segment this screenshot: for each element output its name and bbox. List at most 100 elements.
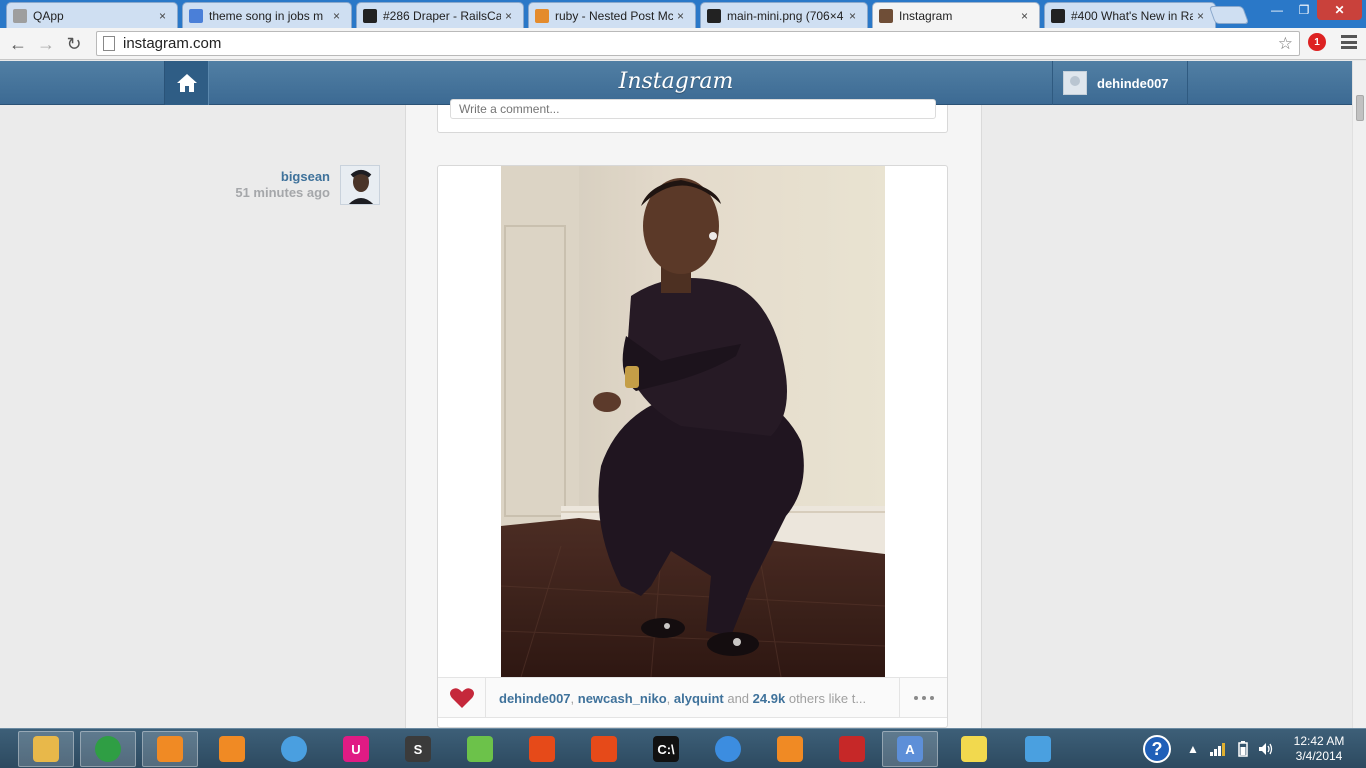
- likes-connector: and: [727, 691, 750, 706]
- instagram-icon: [879, 9, 893, 23]
- chrome-icon: [95, 736, 121, 762]
- browser-tab[interactable]: QApp ×: [6, 2, 178, 28]
- liker-separator: ,: [570, 691, 578, 706]
- taskbar-app[interactable]: C:\: [638, 731, 694, 767]
- back-arrow-icon[interactable]: ←: [6, 32, 30, 56]
- taskbar-app[interactable]: [700, 731, 756, 767]
- like-button[interactable]: [438, 678, 486, 718]
- minimize-button[interactable]: —: [1263, 0, 1291, 20]
- post-author[interactable]: bigsean: [200, 169, 330, 184]
- browser-menu-icon[interactable]: [1341, 35, 1357, 49]
- maximize-button[interactable]: ❐: [1291, 0, 1317, 20]
- address-bar[interactable]: instagram.com ☆: [96, 31, 1300, 56]
- taskbar-app[interactable]: [946, 731, 1002, 767]
- user-menu[interactable]: dehinde007: [1052, 61, 1188, 105]
- tab-close-icon[interactable]: ×: [159, 9, 171, 23]
- taskbar-app[interactable]: [204, 731, 260, 767]
- file-explorer-icon: [33, 736, 59, 762]
- browser-tab[interactable]: #286 Draper - RailsCas ×: [356, 2, 524, 28]
- post-card: dehinde007, newcash_niko, alyquint and 2…: [437, 165, 948, 728]
- address-bar-url: instagram.com: [123, 35, 222, 52]
- likers-text: dehinde007, newcash_niko, alyquint and 2…: [499, 691, 899, 706]
- tab-close-icon[interactable]: ×: [677, 9, 689, 23]
- author-avatar-image: [341, 166, 379, 204]
- ubuntu-one-icon: U: [343, 736, 369, 762]
- liker-2[interactable]: newcash_niko: [578, 691, 667, 706]
- control-panel-icon: [1025, 736, 1051, 762]
- help-icon[interactable]: ?: [1143, 729, 1171, 768]
- taskbar-app[interactable]: [266, 731, 322, 767]
- tab-close-icon[interactable]: ×: [849, 9, 861, 23]
- instagram-logo[interactable]: Instagram: [600, 69, 752, 94]
- taskbar-app[interactable]: [452, 731, 508, 767]
- post-photo-image: [501, 166, 885, 677]
- page-icon: [103, 36, 115, 51]
- likes-count[interactable]: 24.9k: [753, 691, 786, 706]
- taskbar-app[interactable]: [824, 731, 880, 767]
- tray-overflow-icon[interactable]: ▲: [1187, 729, 1199, 768]
- taskbar-app[interactable]: [576, 731, 632, 767]
- page-icon: [13, 8, 27, 23]
- dot-icon: [921, 696, 926, 700]
- new-tab-button[interactable]: [1208, 6, 1250, 24]
- taskbar-app[interactable]: U: [328, 731, 384, 767]
- tab-title: Instagram: [899, 9, 953, 23]
- browser-tab[interactable]: theme song in jobs m ×: [182, 2, 352, 28]
- browser-tab[interactable]: Instagram ×: [872, 2, 1040, 29]
- taskbar-app[interactable]: [514, 731, 570, 767]
- tab-title: QApp: [33, 8, 64, 23]
- comment-input[interactable]: [450, 99, 936, 119]
- taskbar-app[interactable]: A: [882, 731, 938, 767]
- scrollbar-thumb[interactable]: [1356, 95, 1364, 121]
- railscasts-icon: [363, 8, 377, 23]
- tab-title: theme song in jobs m: [209, 8, 324, 23]
- tab-title: ruby - Nested Post Mc: [555, 8, 673, 23]
- post-photo[interactable]: [501, 166, 885, 677]
- browser-tab[interactable]: #400 What's New in Ra ×: [1044, 2, 1216, 28]
- tab-close-icon[interactable]: ×: [505, 9, 517, 23]
- tab-close-icon[interactable]: ×: [333, 9, 345, 23]
- post-timestamp[interactable]: 51 minutes ago: [200, 185, 330, 200]
- taskbar-app[interactable]: [142, 731, 198, 767]
- vlc-icon: [777, 736, 803, 762]
- window-close-button[interactable]: ✕: [1317, 0, 1362, 20]
- tab-close-icon[interactable]: ×: [1197, 9, 1209, 23]
- tab-title: #400 What's New in Ra: [1071, 8, 1193, 23]
- home-button[interactable]: [164, 61, 209, 105]
- liker-1[interactable]: dehinde007: [499, 691, 571, 706]
- browser-tab[interactable]: main-mini.png (706×4 ×: [700, 2, 868, 28]
- extension-icon[interactable]: 1: [1308, 33, 1326, 51]
- taskbar-app[interactable]: [80, 731, 136, 767]
- railscasts-icon: [1051, 8, 1065, 23]
- extension-badge: 1: [1314, 36, 1320, 48]
- tab-title: main-mini.png (706×4: [727, 8, 844, 23]
- taskbar-app[interactable]: [762, 731, 818, 767]
- system-clock[interactable]: 12:42 AM 3/4/2014: [1284, 734, 1354, 764]
- browser-tabstrip: QApp × theme song in jobs m × #286 Draper - …: [0, 0, 1366, 29]
- network-signal-icon[interactable]: [1210, 729, 1226, 768]
- heart-icon: [449, 688, 474, 708]
- taskbar-app[interactable]: [1010, 731, 1066, 767]
- taskbar-app[interactable]: [18, 731, 74, 767]
- liker-3[interactable]: alyquint: [674, 691, 724, 706]
- reload-icon[interactable]: ↻: [62, 32, 86, 56]
- bookmark-star-icon[interactable]: ☆: [1278, 34, 1293, 54]
- post-meta: bigsean 51 minutes ago: [200, 169, 330, 200]
- page-scrollbar[interactable]: [1352, 61, 1366, 728]
- previous-post-footer: [437, 99, 948, 133]
- browser-tab[interactable]: ruby - Nested Post Mc ×: [528, 2, 696, 28]
- sticky-notes-icon: [961, 736, 987, 762]
- google-icon: [189, 8, 203, 23]
- cat-app-icon: [281, 736, 307, 762]
- battery-icon[interactable]: [1238, 729, 1248, 768]
- tab-title: #286 Draper - RailsCas: [383, 8, 501, 23]
- forward-arrow-icon[interactable]: →: [34, 32, 58, 56]
- tab-close-icon[interactable]: ×: [1021, 9, 1033, 23]
- author-avatar[interactable]: [340, 165, 380, 205]
- taskbar-app[interactable]: S: [390, 731, 446, 767]
- clock-time: 12:42 AM: [1293, 734, 1345, 748]
- more-options-button[interactable]: [899, 678, 947, 718]
- volume-icon[interactable]: [1258, 729, 1274, 768]
- settings-gear-icon-2: [219, 736, 245, 762]
- git-icon: [529, 736, 555, 762]
